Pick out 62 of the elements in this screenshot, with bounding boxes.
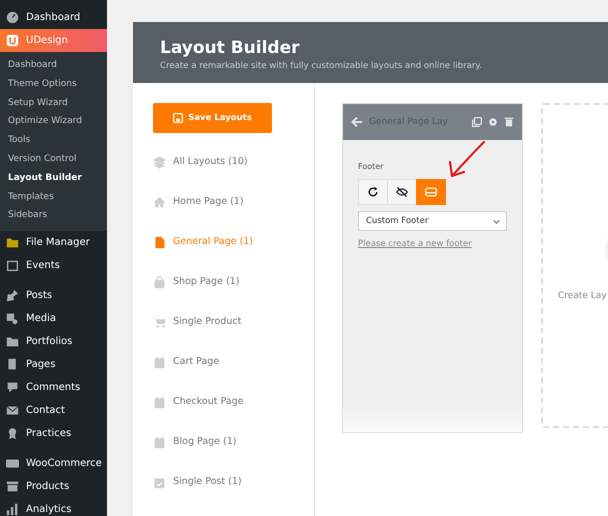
submenu-item[interactable]: Setup Wizard xyxy=(0,94,107,112)
settings-icon xyxy=(488,117,498,127)
menu-item[interactable]: Analytics xyxy=(0,498,107,516)
media-icon xyxy=(6,312,19,326)
submenu-item[interactable]: Layout Builder xyxy=(0,168,107,188)
u-logo-icon xyxy=(6,34,19,47)
new-layout-card[interactable]: Create Lay xyxy=(541,103,608,428)
menu-item[interactable]: Posts xyxy=(0,284,107,308)
trash-icon xyxy=(504,117,514,127)
layout-type-item[interactable]: Checkout Page xyxy=(153,396,314,436)
copy-icon xyxy=(472,117,482,127)
bag-icon xyxy=(153,276,166,289)
field-label: Footer xyxy=(358,162,384,171)
award-icon xyxy=(6,427,19,440)
footer-select[interactable]: Custom Footer xyxy=(358,211,507,231)
menu-item[interactable]: Comments xyxy=(0,376,107,400)
envelope-icon xyxy=(6,404,19,418)
page-title: Layout Builder xyxy=(160,38,300,58)
layout-type-item[interactable]: Single Product xyxy=(153,316,314,356)
back-arrow-icon xyxy=(351,116,363,128)
submenu-item[interactable]: Sidebars xyxy=(0,206,107,226)
pin-icon xyxy=(6,289,19,302)
submenu-item[interactable]: Theme Options xyxy=(0,74,107,94)
menu-item[interactable]: Dashboard xyxy=(0,6,107,29)
refresh-icon xyxy=(367,186,379,198)
folder-icon xyxy=(6,236,19,250)
menu-item[interactable]: Practices xyxy=(0,422,107,446)
submenu-item[interactable]: Dashboard xyxy=(0,56,107,75)
footer-icon xyxy=(425,186,437,198)
layout-type-item[interactable]: Home Page (1) xyxy=(153,196,314,236)
pages-icon xyxy=(6,358,19,372)
menu-item[interactable]: Portfolios xyxy=(0,330,107,354)
layout-type-item[interactable]: All Layouts (10) xyxy=(153,156,314,196)
menu-item[interactable]: Products xyxy=(0,475,107,498)
calendar-check-icon xyxy=(153,476,166,489)
folder-icon xyxy=(6,335,19,348)
layout-type-item[interactable]: Single Post (1) xyxy=(153,476,314,516)
speech-bubble-icon xyxy=(6,381,19,394)
submenu-item[interactable]: Version Control xyxy=(0,150,107,169)
submenu-item[interactable]: Optimize Wizard xyxy=(0,112,107,132)
submenu-item[interactable]: Templates xyxy=(0,188,107,206)
page-subtitle: Create a remarkable site with fully customizable layouts and online library. xyxy=(160,61,484,71)
layers-icon xyxy=(153,156,166,169)
gauge-icon xyxy=(6,11,19,24)
home-icon xyxy=(153,196,166,209)
layout-type-item[interactable]: Blog Page (1) xyxy=(153,436,314,476)
menu-item[interactable]: Events xyxy=(0,254,107,278)
save-icon xyxy=(173,113,184,123)
layout-type-item[interactable]: Cart Page xyxy=(153,356,314,396)
eye-slash-icon xyxy=(396,186,408,198)
bar-chart-icon xyxy=(6,503,19,516)
menu-item[interactable]: Pages xyxy=(0,353,107,376)
layout-type-item[interactable]: Shop Page (1) xyxy=(153,276,314,316)
menu-item[interactable]: WooCommerce xyxy=(0,452,107,476)
archive-icon xyxy=(6,480,19,494)
cart-icon xyxy=(153,316,166,329)
document-icon xyxy=(153,236,166,249)
create-layout-text: Create Lay xyxy=(558,291,607,301)
menu-item[interactable]: Media xyxy=(0,307,107,330)
menu-item[interactable]: Contact xyxy=(0,399,107,422)
submenu-item[interactable]: Tools xyxy=(0,131,107,150)
menu-item[interactable]: File Manager xyxy=(0,231,107,254)
